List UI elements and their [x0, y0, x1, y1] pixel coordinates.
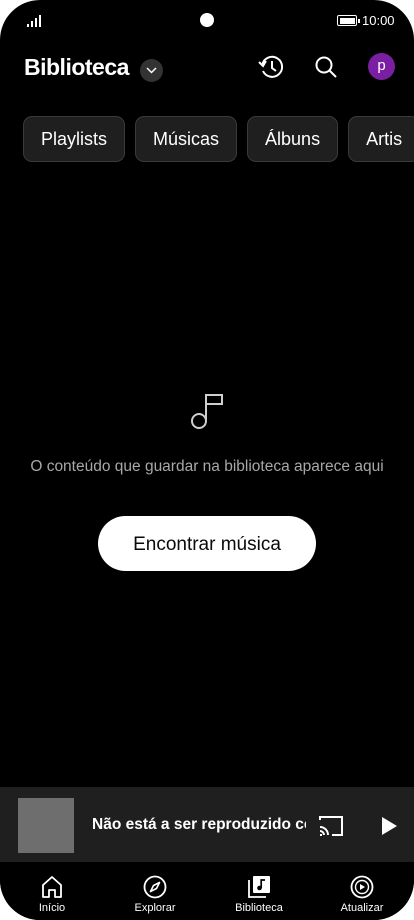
nav-item-inicio[interactable]: Início [12, 862, 92, 920]
nav-item-atualizar[interactable]: Atualizar [322, 862, 402, 920]
library-filter-dropdown[interactable] [140, 59, 163, 82]
front-camera [200, 13, 214, 27]
chip-musicas[interactable]: Músicas [135, 116, 238, 162]
album-art-placeholder [18, 798, 74, 853]
chip-artistas[interactable]: Artis [348, 116, 414, 162]
compass-icon [143, 875, 167, 899]
history-icon[interactable] [257, 53, 285, 81]
clock: 10:00 [362, 13, 395, 28]
home-icon [42, 876, 62, 898]
search-icon[interactable] [312, 53, 340, 81]
cast-icon[interactable] [318, 815, 344, 837]
upgrade-icon [350, 875, 374, 899]
find-music-button[interactable]: Encontrar música [98, 516, 316, 571]
signal-icon [27, 15, 41, 27]
music-note-icon [191, 394, 223, 429]
now-playing-text: Não está a ser reproduzido co [92, 816, 306, 833]
nav-label: Início [38, 902, 66, 914]
filter-chips: Playlists Músicas Álbuns Artis [23, 116, 414, 162]
mini-player[interactable]: Não está a ser reproduzido co [0, 787, 414, 862]
chevron-down-icon [146, 67, 157, 74]
avatar[interactable]: p [368, 53, 395, 80]
chip-playlists[interactable]: Playlists [23, 116, 126, 162]
chip-albuns[interactable]: Álbuns [247, 116, 339, 162]
page-title: Biblioteca [24, 54, 129, 80]
nav-label: Biblioteca [235, 902, 283, 914]
bottom-navigation: Início Explorar Biblioteca Atualizar [0, 862, 414, 920]
nav-item-biblioteca[interactable]: Biblioteca [219, 862, 299, 920]
nav-label: Atualizar [340, 902, 384, 914]
play-icon[interactable] [378, 815, 400, 837]
empty-state-message: O conteúdo que guardar na biblioteca apa… [30, 458, 384, 475]
nav-label: Explorar [134, 902, 176, 914]
battery-icon [337, 15, 360, 26]
library-icon [248, 876, 270, 898]
phone-screen: 10:00 Biblioteca p Playlists Músicas Álbun… [0, 0, 414, 920]
status-bar: 10:00 [0, 0, 414, 44]
nav-item-explorar[interactable]: Explorar [115, 862, 195, 920]
